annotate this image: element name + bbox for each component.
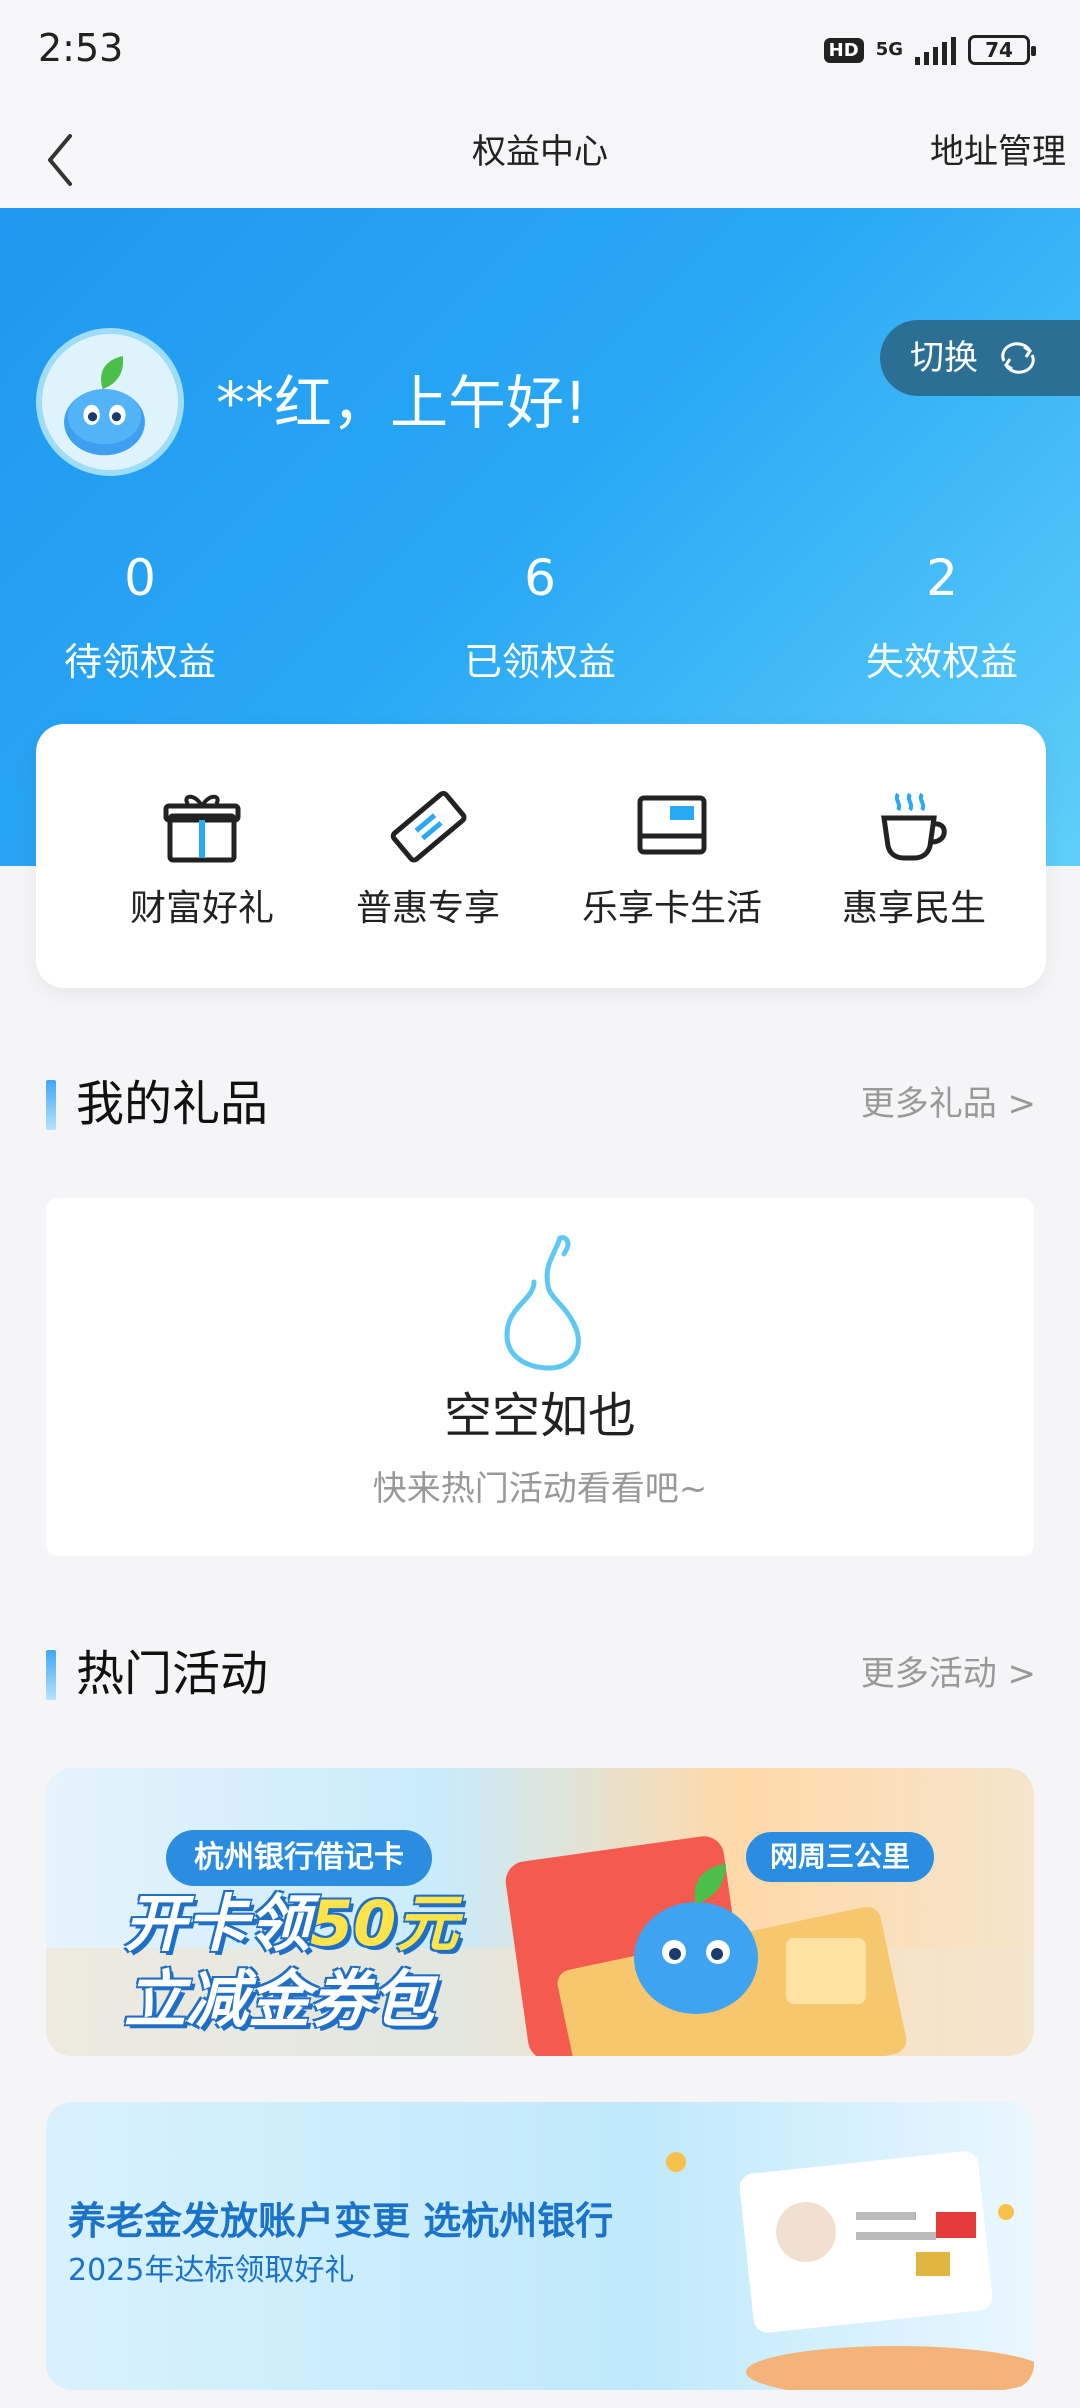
- battery-icon: 74: [968, 35, 1036, 65]
- empty-subtitle: 快来热门活动看看吧~: [372, 1469, 708, 1509]
- quick-item-livelihood[interactable]: 惠享民生: [794, 784, 1034, 932]
- quick-item-card-life[interactable]: 乐享卡生活: [552, 784, 792, 932]
- banner-headline-line2: 立减金券包: [124, 1963, 435, 2036]
- stat-label: 失效权益: [865, 640, 1018, 684]
- mascot-icon: [64, 356, 145, 456]
- banner-headline: 开卡领50元 立减金券包: [124, 1886, 458, 2038]
- quick-entry-card: 财富好礼 普惠专享 乐享卡生活 惠享民生: [36, 724, 1046, 988]
- stat-value: 0: [124, 549, 156, 607]
- activities-section-header: 热门活动 更多活动 >: [46, 1642, 1036, 1702]
- quick-item-label: 普惠专享: [355, 888, 500, 929]
- banner-title: 养老金发放账户变更 选杭州银行: [68, 2199, 614, 2243]
- banner-headline-b: 50元: [310, 1887, 459, 1960]
- banner-tag: 杭州银行借记卡: [166, 1830, 432, 1886]
- status-time: 2:53: [38, 26, 124, 70]
- cup-icon: [881, 792, 947, 861]
- hd-icon: HD: [823, 37, 864, 63]
- quick-item-label: 财富好礼: [129, 888, 274, 929]
- greeting-text: **红，上午好!: [216, 369, 588, 437]
- banner-pill: 网周三公里: [746, 1832, 935, 1882]
- gifts-empty-card: 空空如也 快来热门活动看看吧~: [46, 1198, 1034, 1556]
- section-accent-bar: [46, 1650, 56, 1700]
- status-icons: HD 5G 74: [823, 30, 1036, 70]
- banner-headline-a: 开卡领: [124, 1887, 311, 1960]
- empty-gourd-icon: [504, 1235, 581, 1371]
- stat-value: 2: [926, 549, 958, 607]
- ticket-icon: [390, 791, 467, 863]
- switch-label: 切换: [910, 338, 978, 378]
- avatar[interactable]: [36, 328, 184, 476]
- quick-item-label: 乐享卡生活: [581, 888, 762, 929]
- gift-icon: [163, 794, 241, 863]
- empty-title: 空空如也: [443, 1388, 636, 1444]
- stat-label: 已领权益: [463, 640, 616, 684]
- address-manage-link[interactable]: 地址管理: [930, 120, 1066, 184]
- card-icon: [637, 795, 707, 855]
- stat-value: 6: [524, 549, 556, 607]
- banner-illustration: [666, 2151, 1034, 2390]
- page-title: 权益中心: [472, 132, 608, 172]
- stat-label: 待领权益: [63, 640, 216, 684]
- quick-item-wealth[interactable]: 财富好礼: [82, 784, 322, 932]
- stat-pending[interactable]: 0 待领权益: [0, 548, 280, 692]
- gifts-section-header: 我的礼品 更多礼品 >: [46, 1072, 1036, 1132]
- stat-expired[interactable]: 2 失效权益: [802, 548, 1080, 692]
- more-gifts-link[interactable]: 更多礼品 >: [861, 1078, 1036, 1130]
- network-label: 5G: [875, 39, 903, 60]
- section-accent-bar: [46, 1080, 56, 1130]
- section-title: 热门活动: [76, 1646, 269, 1702]
- stat-received[interactable]: 6 已领权益: [400, 548, 680, 692]
- quick-item-label: 惠享民生: [841, 888, 986, 929]
- activity-banner-pension[interactable]: 养老金发放账户变更 选杭州银行 2025年达标领取好礼: [46, 2102, 1034, 2390]
- signal-icon: [915, 35, 956, 65]
- activity-banner-card-opening[interactable]: 杭州银行借记卡 开卡领50元 立减金券包 网周三公里: [46, 1768, 1034, 2056]
- top-nav: 权益中心 地址管理: [0, 100, 1080, 208]
- status-bar: 2:53 HD 5G 74: [0, 0, 1080, 100]
- more-activities-link[interactable]: 更多活动 >: [861, 1648, 1036, 1700]
- refresh-icon: [1001, 342, 1035, 374]
- switch-button[interactable]: 切换: [880, 320, 1080, 396]
- quick-item-inclusive[interactable]: 普惠专享: [308, 784, 548, 932]
- section-title: 我的礼品: [76, 1076, 269, 1132]
- banner-subtitle: 2025年达标领取好礼: [68, 2253, 355, 2288]
